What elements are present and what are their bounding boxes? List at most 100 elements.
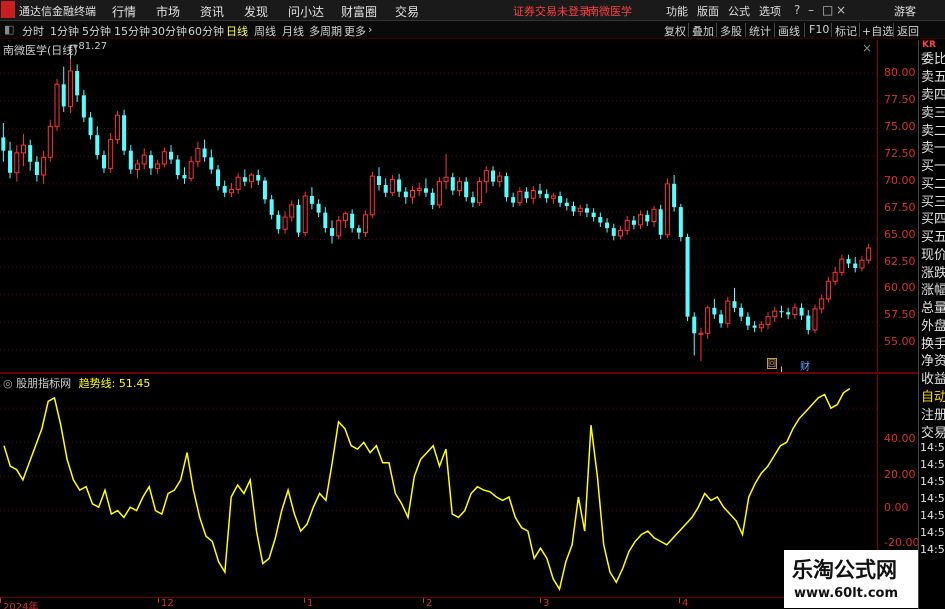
maximize-icon[interactable]: □ [822, 3, 833, 17]
menu-layout[interactable]: 版面 [697, 3, 719, 19]
finance-badge[interactable]: 财 [800, 358, 810, 373]
quote-side-panel: KR 委比 卖五 卖四 卖三 卖二 卖一 买一 买二 买三 买四 买五 现价 涨… [918, 40, 945, 609]
chart-close-icon[interactable]: × [862, 41, 872, 55]
period-multi[interactable]: 多周期 [309, 23, 342, 39]
candle-body [289, 204, 295, 218]
candle-body [1, 137, 6, 151]
candle-body [262, 180, 267, 200]
candle-body [464, 181, 469, 198]
menu-item-discover[interactable]: 发现 [244, 3, 268, 20]
btn-draw[interactable]: 画线 [778, 23, 800, 39]
candle-body [470, 197, 475, 203]
tick-time: 14:56 [920, 509, 945, 522]
candle-body [705, 307, 711, 334]
indicator-name[interactable]: 股朋指标网 [16, 377, 71, 390]
btn-mark[interactable]: 标记 [835, 23, 857, 39]
candle-body [342, 213, 348, 221]
period-intraday[interactable]: 分时 [22, 23, 44, 39]
candle-body [389, 178, 395, 194]
candle-body [81, 95, 86, 118]
menu-options[interactable]: 选项 [759, 3, 781, 19]
label-ask-4: 卖四 [921, 88, 945, 103]
price-tick: 62.50 [884, 255, 916, 268]
watermark-title: 乐淘公式网 [792, 558, 897, 582]
chevron-right-icon[interactable]: › [368, 23, 372, 36]
toolbar-divider [893, 23, 894, 37]
candlestick-chart[interactable]: 81.2753.50 [0, 40, 878, 372]
candle-body [256, 175, 261, 181]
candle-body [617, 229, 623, 237]
toolbar-divider [716, 23, 717, 37]
menu-formula[interactable]: 公式 [728, 3, 750, 19]
candle-body [712, 307, 717, 315]
period-toolbar: ◧ 分时 1分钟 5分钟 15分钟 30分钟 60分钟 日线 周线 月线 多周期… [0, 21, 945, 39]
period-more[interactable]: 更多 [344, 23, 366, 39]
settings-icon[interactable]: ◎ [3, 377, 13, 390]
candle-body [658, 209, 663, 235]
period-5min[interactable]: 5分钟 [82, 23, 111, 39]
btn-add-watchlist[interactable]: +自选 [862, 23, 893, 39]
candle-body [430, 192, 435, 205]
candle-body [108, 139, 114, 169]
label-auto[interactable]: 自动 [921, 386, 945, 405]
price-gridlines [0, 72, 877, 351]
period-15min[interactable]: 15分钟 [114, 23, 150, 39]
period-daily[interactable]: 日线 [226, 23, 248, 39]
review-badge[interactable]: 回 [767, 358, 777, 369]
candle-body [209, 157, 214, 170]
menu-item-trade[interactable]: 交易 [395, 3, 419, 20]
period-monthly[interactable]: 月线 [282, 23, 304, 39]
candle-body [397, 179, 402, 192]
btn-adjust[interactable]: 复权 [664, 23, 686, 39]
candle-body [148, 155, 153, 169]
period-60min[interactable]: 60分钟 [188, 23, 224, 39]
candle-body [215, 169, 221, 187]
help-icon[interactable]: ? [794, 3, 800, 17]
btn-back[interactable]: 返回 [897, 23, 919, 39]
indicator-tick: 0.00 [884, 501, 909, 514]
date-tick [423, 598, 424, 603]
candle-body [786, 312, 791, 315]
watermark: 乐淘公式网 www.60lt.com [784, 550, 918, 608]
period-30min[interactable]: 30分钟 [151, 23, 187, 39]
label-register[interactable]: 注册 [921, 404, 945, 423]
indicator-chart[interactable] [0, 374, 878, 596]
price-tick: 77.50 [884, 93, 916, 106]
candle-body [101, 155, 106, 169]
btn-multi-stock[interactable]: 多股 [720, 23, 742, 39]
tick-time: 14:55 [920, 458, 945, 471]
login-status[interactable]: 证券交易未登录 [513, 3, 590, 19]
date-axis: 2024年 12 1 2 3 4 [0, 597, 918, 609]
indicator-gridlines [0, 407, 877, 512]
menu-function[interactable]: 功能 [666, 3, 688, 19]
menu-item-news[interactable]: 资讯 [200, 3, 224, 20]
candle-body [302, 195, 308, 234]
menu-item-ask[interactable]: 问小达 [288, 3, 324, 20]
btn-overlay[interactable]: 叠加 [692, 23, 714, 39]
menu-item-markets[interactable]: 市场 [156, 3, 180, 20]
minimize-icon[interactable]: – [808, 3, 814, 17]
price-tick: 70.00 [884, 174, 916, 187]
menu-item-wealth[interactable]: 财富圈 [341, 3, 377, 20]
collapse-icon[interactable]: ◧ [4, 23, 14, 36]
candle-body [524, 191, 529, 199]
menu-item-market[interactable]: 行情 [112, 3, 136, 20]
chevron-down-icon[interactable]: ▾ [73, 42, 78, 53]
guest-user[interactable]: 游客 [894, 3, 916, 19]
candle-body [605, 222, 610, 229]
candle-body [537, 190, 542, 194]
period-weekly[interactable]: 周线 [254, 23, 276, 39]
btn-f10[interactable]: F10 [809, 23, 829, 36]
candle-body [698, 332, 704, 335]
tick-time: 14:55 [920, 441, 945, 454]
candle-body [832, 271, 838, 282]
candle-body [672, 183, 677, 208]
btn-statistics[interactable]: 统计 [749, 23, 771, 39]
period-1min[interactable]: 1分钟 [50, 23, 79, 39]
label-trade[interactable]: 交易 [921, 422, 945, 441]
candle-body [383, 184, 388, 193]
candle-body [745, 316, 750, 326]
date-label: 4 [682, 598, 689, 609]
close-icon[interactable]: × [836, 3, 846, 17]
indicator-tick: 20.00 [884, 468, 916, 481]
